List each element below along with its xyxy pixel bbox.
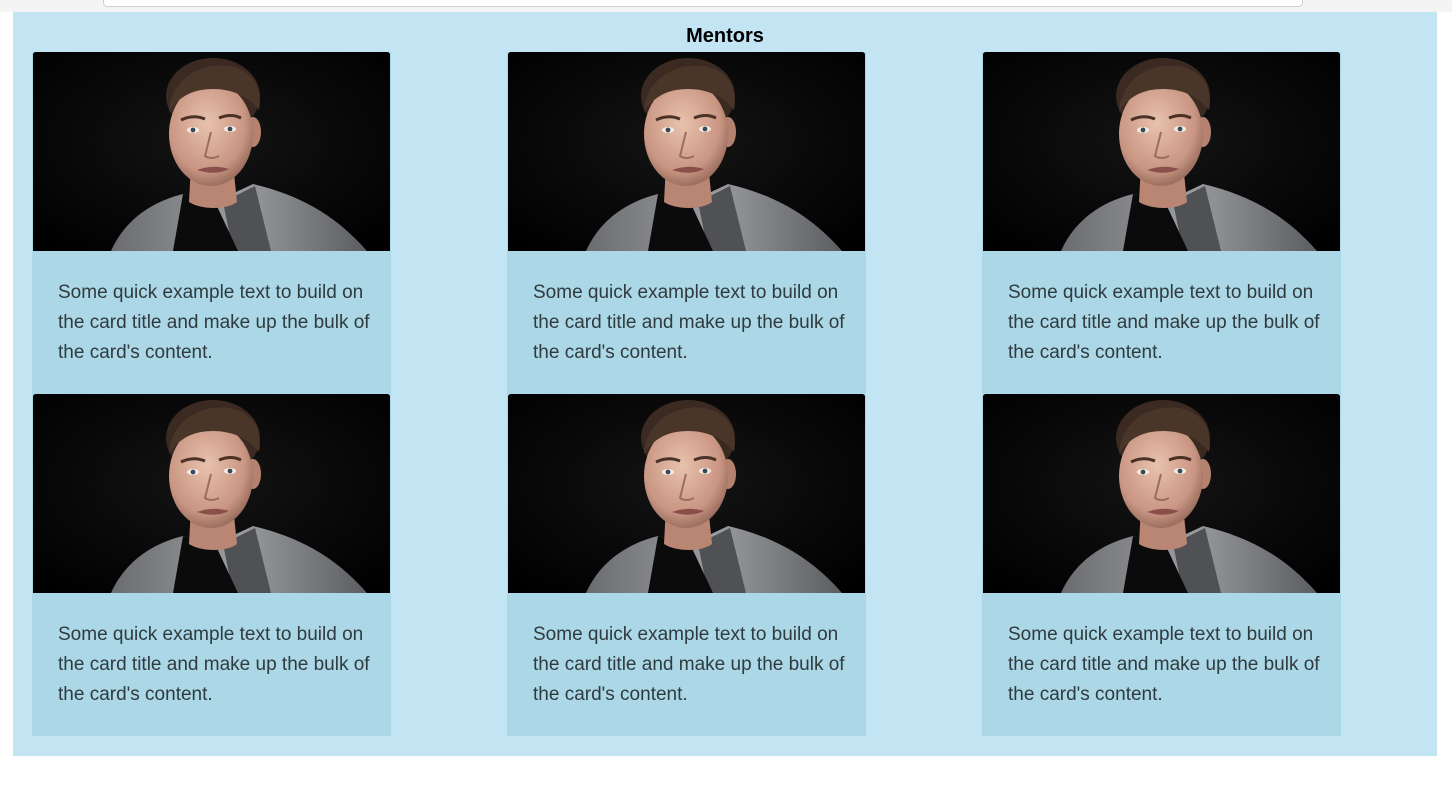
card-text: Some quick example text to build on the … [58, 624, 370, 705]
mentor-photo [33, 52, 390, 251]
mentor-photo [508, 52, 865, 251]
mentor-photo [33, 394, 390, 593]
mentor-card: Some quick example text to build on the … [32, 52, 391, 394]
card-text: Some quick example text to build on the … [1008, 282, 1320, 363]
mentor-card: Some quick example text to build on the … [982, 52, 1341, 394]
browser-top-bar [0, 0, 1452, 12]
card-text: Some quick example text to build on the … [533, 282, 845, 363]
section-title: Mentors [686, 25, 764, 47]
mentor-photo [983, 394, 1340, 593]
mentor-card: Some quick example text to build on the … [982, 394, 1341, 736]
mentor-card: Some quick example text to build on the … [507, 52, 866, 394]
card-text: Some quick example text to build on the … [1008, 624, 1320, 705]
card-text: Some quick example text to build on the … [58, 282, 370, 363]
mentor-photo [508, 394, 865, 593]
mentors-section: Mentors Some quick example text to build… [13, 12, 1437, 756]
address-bar[interactable] [103, 0, 1303, 7]
mentor-photo [983, 52, 1340, 251]
mentor-card: Some quick example text to build on the … [507, 394, 866, 736]
card-text: Some quick example text to build on the … [533, 624, 845, 705]
mentor-card: Some quick example text to build on the … [32, 394, 391, 736]
